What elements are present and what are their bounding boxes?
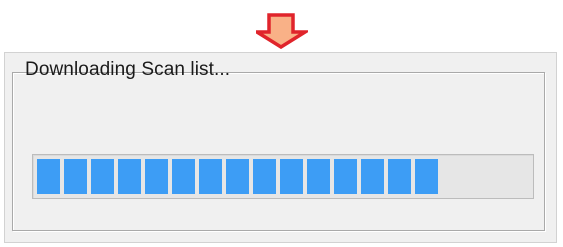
progress-segment	[361, 159, 384, 194]
progress-segment	[280, 159, 303, 194]
progress-bar-fill	[37, 159, 531, 194]
progress-segment	[253, 159, 276, 194]
progress-segment	[388, 159, 411, 194]
status-text: Downloading Scan list...	[25, 59, 231, 80]
screenshot-canvas: Downloading Scan list...	[0, 0, 563, 247]
progress-segment	[64, 159, 87, 194]
progress-segment	[37, 159, 60, 194]
down-arrow-icon	[256, 13, 308, 49]
progress-bar	[32, 154, 534, 199]
progress-segment	[172, 159, 195, 194]
dialog-groupbox	[12, 72, 545, 231]
progress-segment	[334, 159, 357, 194]
progress-segment	[118, 159, 141, 194]
progress-segment	[199, 159, 222, 194]
progress-segment	[226, 159, 249, 194]
progress-segment	[307, 159, 330, 194]
progress-segment	[145, 159, 168, 194]
progress-segment	[91, 159, 114, 194]
progress-segment	[415, 159, 438, 194]
